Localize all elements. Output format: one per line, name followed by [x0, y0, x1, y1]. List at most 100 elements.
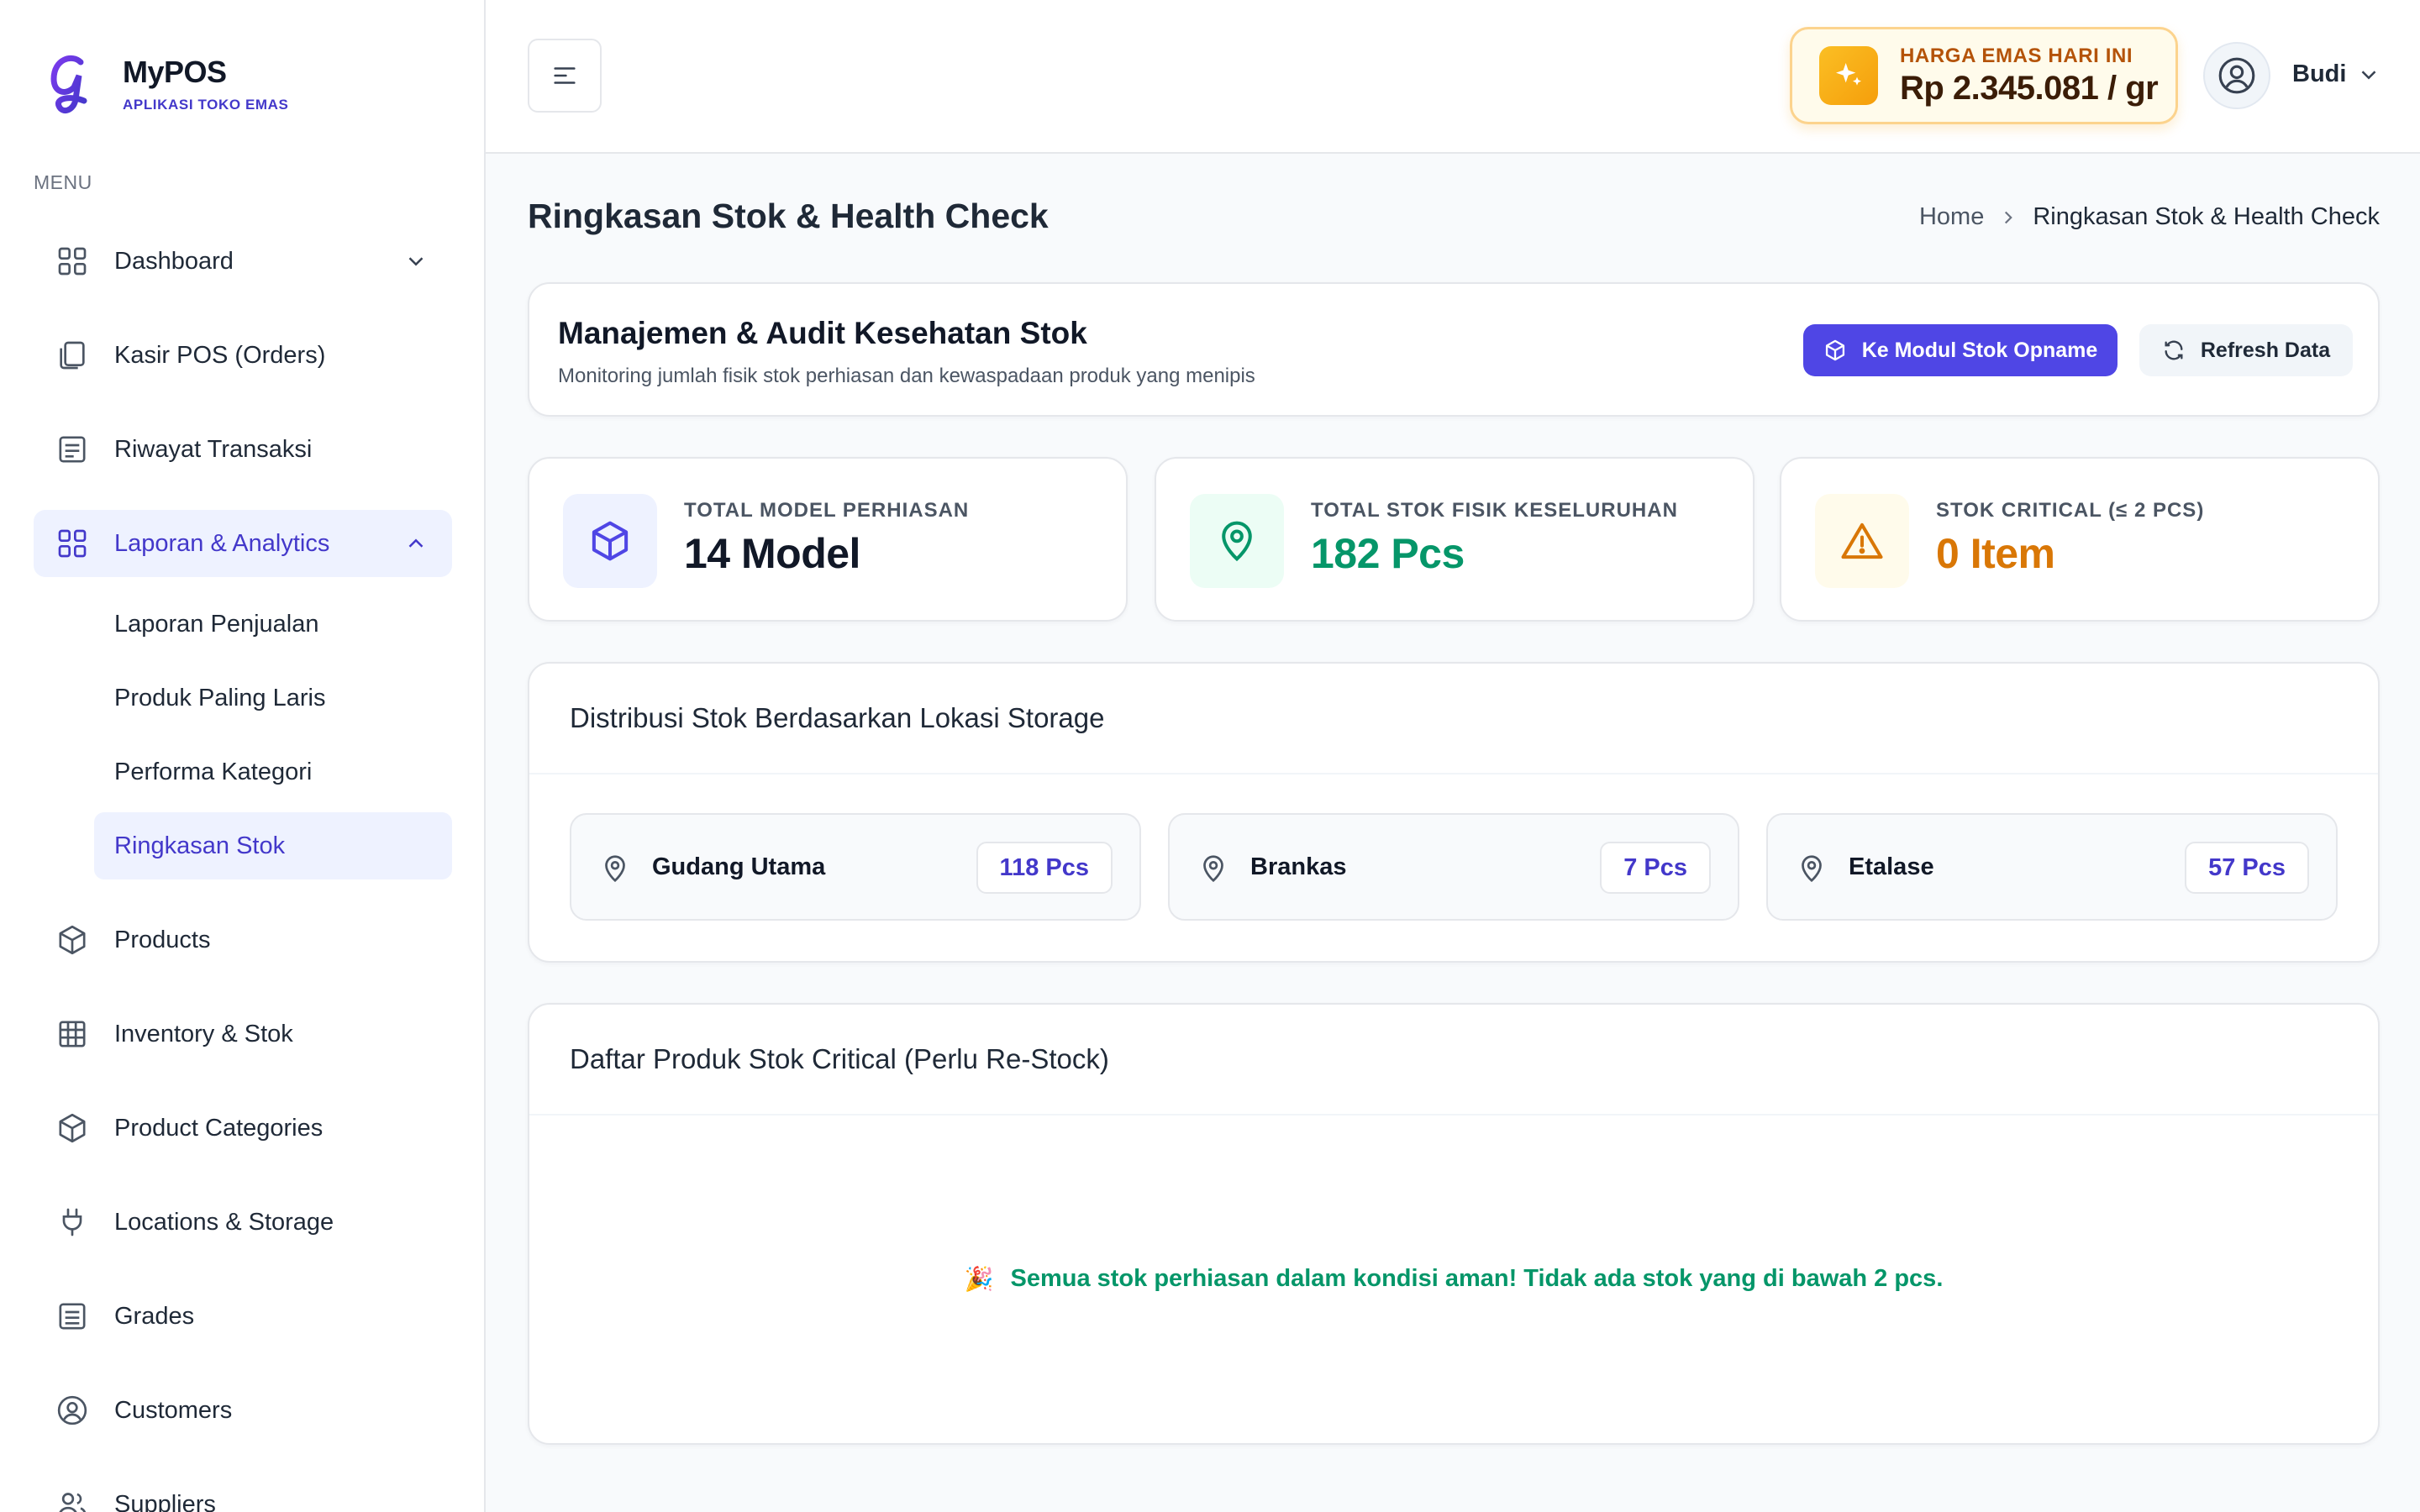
sidebar-item-dashboard[interactable]: Dashboard	[34, 228, 452, 295]
menu-icon	[550, 61, 579, 90]
refresh-data-button[interactable]: Refresh Data	[2139, 324, 2353, 376]
critical-stock-card: Daftar Produk Stok Critical (Perlu Re-St…	[528, 1003, 2380, 1445]
stat-value: 14 Model	[684, 530, 860, 577]
sidebar-subitem-ringkasan-stok[interactable]: Ringkasan Stok	[94, 812, 452, 879]
receipt-icon	[55, 433, 89, 466]
empty-state-message: Semua stok perhiasan dalam kondisi aman!…	[1010, 1265, 1944, 1292]
breadcrumb-home-link[interactable]: Home	[1919, 203, 1984, 231]
brand[interactable]: MyPOS APLIKASI TOKO EMAS	[47, 50, 289, 118]
cube-icon	[55, 1111, 89, 1145]
sidebar-subitem-performa-kategori[interactable]: Performa Kategori	[94, 738, 452, 806]
card-title: Distribusi Stok Berdasarkan Lokasi Stora…	[570, 702, 1105, 733]
sidebar-item-label: Customers	[114, 1396, 233, 1424]
sidebar: MyPOS APLIKASI TOKO EMAS MENU Dashboard …	[0, 0, 486, 1512]
button-label: Refresh Data	[2200, 338, 2331, 362]
user-circle-icon	[2216, 55, 2258, 97]
location-name: Brankas	[1250, 853, 1347, 880]
sidebar-item-label: Product Categories	[114, 1114, 324, 1142]
location-item: Gudang Utama 118 Pcs	[570, 813, 1141, 921]
gold-price-value: Rp 2.345.081 / gr	[1900, 70, 2159, 107]
stock-opname-button[interactable]: Ke Modul Stok Opname	[1803, 324, 2118, 376]
card-header: Distribusi Stok Berdasarkan Lokasi Stora…	[529, 664, 2378, 774]
party-icon: 🎉	[964, 1266, 994, 1292]
stat-label: TOTAL STOK FISIK KESELURUHAN	[1311, 499, 1678, 522]
sidebar-subitem-laporan-penjualan[interactable]: Laporan Penjualan	[94, 591, 452, 658]
card-title: Manajemen & Audit Kesehatan Stok	[558, 316, 1087, 350]
sidebar-item-label: Grades	[114, 1302, 195, 1330]
table-icon	[55, 1017, 89, 1051]
sidebar-item-label: Inventory & Stok	[114, 1020, 293, 1047]
sidebar-subitem-label: Laporan Penjualan	[114, 610, 319, 638]
sidebar-item-inventory-stok[interactable]: Inventory & Stok	[34, 1000, 452, 1068]
clipboard-icon	[55, 339, 89, 372]
sidebar-item-label: Laporan & Analytics	[114, 529, 330, 557]
refresh-icon	[2162, 339, 2186, 362]
chevron-right-icon	[1997, 207, 2019, 228]
users-icon	[55, 1488, 89, 1512]
map-pin-icon	[600, 853, 630, 884]
grid-icon	[55, 527, 89, 560]
sidebar-item-product-categories[interactable]: Product Categories	[34, 1095, 452, 1162]
sidebar-item-label: Kasir POS (Orders)	[114, 341, 326, 369]
plug-icon	[55, 1205, 89, 1239]
empty-state: 🎉 Semua stok perhiasan dalam kondisi ama…	[529, 1265, 2378, 1293]
list-icon	[55, 1299, 89, 1333]
sidebar-item-riwayat-transaksi[interactable]: Riwayat Transaksi	[34, 416, 452, 483]
sidebar-item-customers[interactable]: Customers	[34, 1377, 452, 1444]
g-script-logo-icon	[47, 50, 92, 118]
sidebar-subitem-produk-paling-laris[interactable]: Produk Paling Laris	[94, 664, 452, 732]
location-count-badge: 57 Pcs	[2185, 842, 2309, 894]
map-pin-icon	[1190, 494, 1284, 588]
card-title: Daftar Produk Stok Critical (Perlu Re-St…	[570, 1043, 1109, 1074]
menu-label: MENU	[34, 171, 92, 193]
card-subtitle: Monitoring jumlah fisik stok perhiasan d…	[558, 365, 1255, 387]
card-header: Daftar Produk Stok Critical (Perlu Re-St…	[529, 1005, 2378, 1116]
stat-label: TOTAL MODEL PERHIASAN	[684, 499, 970, 522]
page-title: Ringkasan Stok & Health Check	[528, 197, 1049, 235]
sidebar-item-label: Suppliers	[114, 1490, 216, 1512]
sidebar-subitem-label: Ringkasan Stok	[114, 832, 286, 859]
breadcrumb: Home Ringkasan Stok & Health Check	[1919, 203, 2380, 231]
sidebar-item-products[interactable]: Products	[34, 906, 452, 974]
location-count-badge: 118 Pcs	[976, 842, 1113, 894]
sidebar-item-label: Dashboard	[114, 247, 234, 275]
location-count-badge: 7 Pcs	[1600, 842, 1711, 894]
location-name: Gudang Utama	[652, 853, 826, 880]
stat-card-total-model: TOTAL MODEL PERHIASAN 14 Model	[528, 457, 1128, 622]
sidebar-item-label: Locations & Storage	[114, 1208, 334, 1236]
top-header: HARGA EMAS HARI INI Rp 2.345.081 / gr Bu…	[486, 0, 2420, 154]
sidebar-item-label: Riwayat Transaksi	[114, 435, 313, 463]
location-name: Etalase	[1849, 853, 1934, 880]
sidebar-item-suppliers[interactable]: Suppliers	[34, 1471, 452, 1512]
user-name[interactable]: Budi	[2292, 60, 2346, 88]
sidebar-item-grades[interactable]: Grades	[34, 1283, 452, 1350]
avatar[interactable]	[2203, 42, 2270, 109]
gold-price-card: HARGA EMAS HARI INI Rp 2.345.081 / gr	[1790, 27, 2178, 124]
sidebar-item-locations-storage[interactable]: Locations & Storage	[34, 1189, 452, 1256]
button-label: Ke Modul Stok Opname	[1861, 338, 2098, 362]
sidebar-toggle-button[interactable]	[528, 39, 602, 113]
brand-subtitle: APLIKASI TOKO EMAS	[123, 97, 289, 113]
sidebar-item-laporan-analytics[interactable]: Laporan & Analytics	[34, 510, 452, 577]
chevron-down-icon[interactable]	[2356, 62, 2381, 87]
user-circle-icon	[55, 1394, 89, 1427]
map-pin-icon	[1797, 853, 1827, 884]
sidebar-subitem-label: Produk Paling Laris	[114, 684, 326, 711]
stock-distribution-card: Distribusi Stok Berdasarkan Lokasi Stora…	[528, 662, 2380, 963]
stock-management-card: Manajemen & Audit Kesehatan Stok Monitor…	[528, 282, 2380, 417]
breadcrumb-current: Ringkasan Stok & Health Check	[2033, 203, 2380, 230]
stat-value: 182 Pcs	[1311, 530, 1465, 577]
cube-icon	[563, 494, 657, 588]
grid-icon	[55, 244, 89, 278]
sidebar-item-label: Products	[114, 926, 211, 953]
gold-price-label: HARGA EMAS HARI INI	[1900, 45, 2133, 67]
chevron-down-icon[interactable]	[403, 249, 429, 274]
map-pin-icon	[1198, 853, 1228, 884]
location-item: Etalase 57 Pcs	[1766, 813, 2338, 921]
location-item: Brankas 7 Pcs	[1168, 813, 1739, 921]
sidebar-item-kasir-pos[interactable]: Kasir POS (Orders)	[34, 322, 452, 389]
sidebar-subitem-label: Performa Kategori	[114, 758, 313, 785]
chevron-up-icon[interactable]	[403, 531, 429, 556]
sparkles-icon	[1819, 46, 1878, 105]
stat-card-stok-critical: STOK CRITICAL (≤ 2 PCS) 0 Item	[1780, 457, 2380, 622]
